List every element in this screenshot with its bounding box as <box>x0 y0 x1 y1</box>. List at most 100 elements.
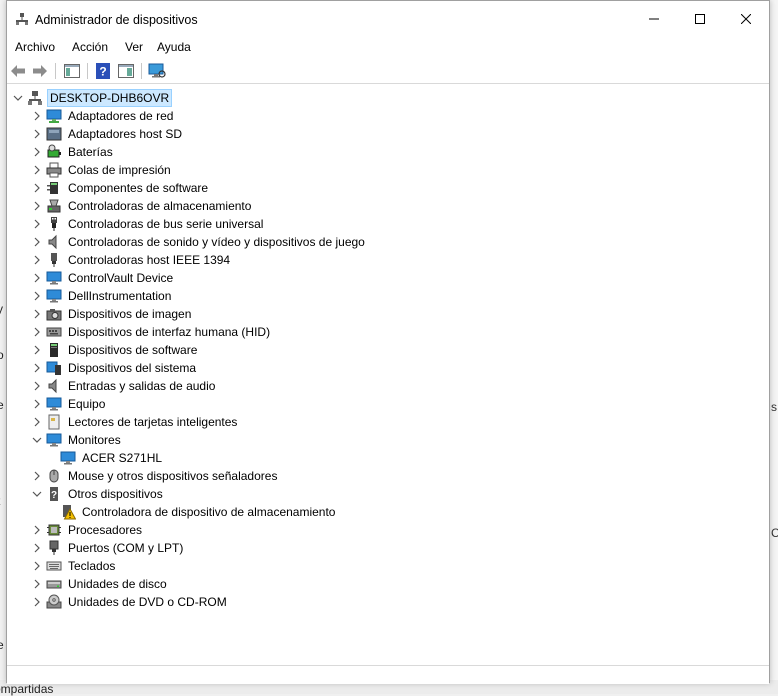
warning-device-icon <box>60 504 76 520</box>
close-button[interactable] <box>723 1 769 37</box>
tree-item-unidades-disco[interactable]: Unidades de disco <box>32 575 169 593</box>
tree-item-mouse[interactable]: Mouse y otros dispositivos señaladores <box>32 467 279 485</box>
view-panel-button[interactable] <box>117 62 135 80</box>
expander[interactable] <box>32 129 42 139</box>
tree-item-label: Mouse y otros dispositivos señaladores <box>66 468 279 484</box>
tree-item-adaptadores-sd[interactable]: Adaptadores host SD <box>32 125 184 143</box>
tree-item-label: Teclados <box>66 558 117 574</box>
tree-item-hid[interactable]: Dispositivos de interfaz humana (HID) <box>32 323 272 341</box>
chevron-right-icon <box>33 471 41 481</box>
tree-item-label: Componentes de software <box>66 180 210 196</box>
device-manager-window: Administrador de dispositivos Archivo Ac… <box>6 0 770 683</box>
back-button[interactable] <box>9 62 27 80</box>
expander[interactable] <box>32 183 42 193</box>
tree-item-label: Puertos (COM y LPT) <box>66 540 185 556</box>
tree-item-controladora-almacenamiento-warning[interactable]: Controladora de dispositivo de almacenam… <box>50 503 337 521</box>
tree-item-lectores-tarjetas[interactable]: Lectores de tarjetas inteligentes <box>32 413 239 431</box>
tree-item-dellinstrumentation[interactable]: DellInstrumentation <box>32 287 173 305</box>
monitor-scan-icon <box>148 63 166 79</box>
tree-item-label: Adaptadores de red <box>66 108 175 124</box>
menu-ayuda[interactable]: Ayuda <box>157 39 191 55</box>
help-icon: ? <box>96 63 110 79</box>
tree-item-colas-impresion[interactable]: Colas de impresión <box>32 161 173 179</box>
software-component-icon <box>46 180 62 196</box>
bg-char: o <box>0 348 4 362</box>
menu-archivo[interactable]: Archivo <box>15 39 55 55</box>
tree-item-label: Lectores de tarjetas inteligentes <box>66 414 239 430</box>
expander[interactable] <box>32 597 42 607</box>
device-tree: DESKTOP-DHB6OVRAdaptadores de red Adaptad… <box>7 89 769 665</box>
expander[interactable] <box>32 201 42 211</box>
chevron-right-icon <box>33 291 41 301</box>
tree-item-ieee1394[interactable]: Controladoras host IEEE 1394 <box>32 251 232 269</box>
expander[interactable] <box>32 291 42 301</box>
tree-item-otros-dispositivos[interactable]: ?Otros dispositivos <box>32 485 165 503</box>
port-icon <box>46 540 62 556</box>
tree-item-baterias[interactable]: Baterías <box>32 143 115 161</box>
tree-item-unidades-dvd[interactable]: Unidades de DVD o CD-ROM <box>32 593 229 611</box>
expander[interactable] <box>32 327 42 337</box>
expander[interactable] <box>32 363 42 373</box>
tree-item-teclados[interactable]: Teclados <box>32 557 117 575</box>
menu-accion[interactable]: Acción <box>72 39 108 55</box>
tree-item-dispositivos-sistema[interactable]: Dispositivos del sistema <box>32 359 198 377</box>
expander[interactable] <box>32 543 42 553</box>
tree-item-controladoras-almacenamiento[interactable]: Controladoras de almacenamiento <box>32 197 253 215</box>
maximize-icon <box>695 14 705 24</box>
help-button[interactable]: ? <box>94 62 112 80</box>
tree-item-componentes-software[interactable]: Componentes de software <box>32 179 210 197</box>
maximize-button[interactable] <box>677 1 723 37</box>
tree-item-acer-s271hl[interactable]: ACER S271HL <box>50 449 164 467</box>
tree-root-desktop[interactable]: DESKTOP-DHB6OVR <box>13 89 172 107</box>
expander[interactable] <box>32 219 42 229</box>
tree-item-adaptadores-red[interactable]: Adaptadores de red <box>32 107 175 125</box>
expander[interactable] <box>32 399 42 409</box>
tree-item-controladoras-usb[interactable]: Controladoras de bus serie universal <box>32 215 265 233</box>
title-bar[interactable]: Administrador de dispositivos <box>7 1 769 37</box>
expander[interactable] <box>32 309 42 319</box>
forward-arrow-icon <box>32 64 48 78</box>
expander[interactable] <box>32 435 42 445</box>
battery-icon <box>46 144 62 160</box>
tree-item-puertos[interactable]: Puertos (COM y LPT) <box>32 539 185 557</box>
expander[interactable] <box>32 111 42 121</box>
tree-item-sonido-video[interactable]: Controladoras de sonido y vídeo y dispos… <box>32 233 367 251</box>
minimize-button[interactable] <box>631 1 677 37</box>
chevron-right-icon <box>33 237 41 247</box>
expander[interactable] <box>32 147 42 157</box>
expander[interactable] <box>32 561 42 571</box>
expander[interactable] <box>32 273 42 283</box>
expander[interactable] <box>13 93 23 103</box>
back-arrow-icon <box>10 64 26 78</box>
forward-button[interactable] <box>31 62 49 80</box>
tree-item-monitores[interactable]: Monitores <box>32 431 123 449</box>
expander[interactable] <box>32 489 42 499</box>
properties-panel-button[interactable] <box>63 62 81 80</box>
expander[interactable] <box>32 381 42 391</box>
expander[interactable] <box>32 165 42 175</box>
tree-item-label: Adaptadores host SD <box>66 126 184 142</box>
chevron-right-icon <box>33 417 41 427</box>
expander[interactable] <box>32 255 42 265</box>
chevron-right-icon <box>33 579 41 589</box>
expander[interactable] <box>32 345 42 355</box>
tree-item-audio[interactable]: Entradas y salidas de audio <box>32 377 217 395</box>
expander[interactable] <box>32 471 42 481</box>
expander[interactable] <box>32 417 42 427</box>
scan-hardware-button[interactable] <box>148 62 166 80</box>
tree-item-equipo[interactable]: Equipo <box>32 395 107 413</box>
expander[interactable] <box>32 525 42 535</box>
expander[interactable] <box>32 237 42 247</box>
tree-item-procesadores[interactable]: Procesadores <box>32 521 144 539</box>
bg-char: s <box>771 400 777 414</box>
tree-item-label: ControlVault Device <box>66 270 175 286</box>
chevron-right-icon <box>33 543 41 553</box>
svg-text:?: ? <box>99 65 106 79</box>
storage-controller-icon <box>46 198 62 214</box>
expander[interactable] <box>32 579 42 589</box>
tree-item-label: Entradas y salidas de audio <box>66 378 217 394</box>
menu-ver[interactable]: Ver <box>125 39 143 55</box>
tree-item-controlvault[interactable]: ControlVault Device <box>32 269 175 287</box>
tree-item-dispositivos-software[interactable]: Dispositivos de software <box>32 341 199 359</box>
tree-item-dispositivos-imagen[interactable]: Dispositivos de imagen <box>32 305 193 323</box>
